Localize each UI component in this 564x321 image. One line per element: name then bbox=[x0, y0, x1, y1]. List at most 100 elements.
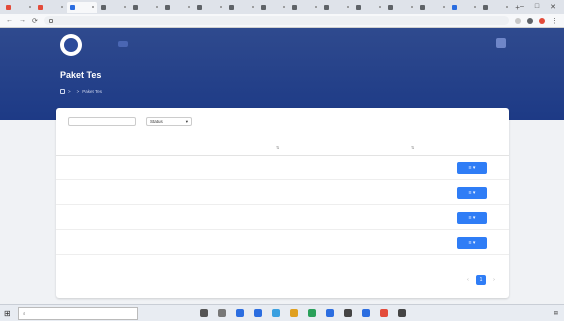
home-icon[interactable] bbox=[60, 89, 65, 94]
tab-favicon-icon bbox=[483, 4, 489, 10]
prev-page-button[interactable]: ‹ bbox=[463, 275, 473, 285]
browser-tab[interactable] bbox=[417, 2, 448, 13]
browser-tab[interactable] bbox=[66, 1, 98, 13]
breadcrumb-separator: > bbox=[76, 89, 80, 94]
filter-bar: Status ▾ bbox=[64, 117, 192, 126]
taskbar-app-icon[interactable] bbox=[254, 309, 262, 317]
row-action-button[interactable]: ≡ ▾ bbox=[457, 212, 487, 224]
taskbar-search-input[interactable]: ⌕ bbox=[18, 306, 138, 320]
browser-tab[interactable] bbox=[321, 2, 352, 13]
pagination: ‹ 1 › bbox=[463, 275, 499, 285]
status-select[interactable]: Status ▾ bbox=[146, 117, 192, 126]
browser-tab[interactable] bbox=[226, 2, 257, 13]
close-tab-icon[interactable] bbox=[315, 6, 318, 8]
forward-icon[interactable]: → bbox=[19, 17, 26, 24]
taskbar-app-icon[interactable] bbox=[218, 309, 226, 317]
tab-favicon-icon bbox=[6, 4, 11, 10]
browser-tab[interactable] bbox=[162, 2, 193, 13]
address-bar[interactable] bbox=[43, 16, 509, 25]
close-tab-icon[interactable] bbox=[378, 6, 381, 8]
taskbar-app-icon[interactable] bbox=[362, 309, 370, 317]
close-tab-icon[interactable] bbox=[28, 6, 31, 8]
profile-icon[interactable] bbox=[539, 17, 545, 24]
browser-tab[interactable] bbox=[98, 2, 129, 13]
close-tab-icon[interactable] bbox=[410, 6, 413, 8]
lock-icon bbox=[48, 18, 53, 23]
tab-favicon-icon bbox=[324, 4, 330, 10]
close-icon[interactable]: ✕ bbox=[550, 3, 556, 11]
page-1-button[interactable]: 1 bbox=[476, 275, 486, 285]
taskbar-app-icon[interactable] bbox=[236, 309, 244, 317]
page-title: Paket Tes bbox=[60, 70, 102, 80]
taskbar-app-icon[interactable] bbox=[380, 309, 388, 317]
browser-tab[interactable] bbox=[130, 2, 161, 13]
close-tab-icon[interactable] bbox=[187, 6, 190, 8]
maximize-icon[interactable]: □ bbox=[535, 3, 539, 11]
taskbar-app-icon[interactable] bbox=[344, 309, 352, 317]
close-tab-icon[interactable] bbox=[442, 6, 445, 8]
tab-favicon-icon bbox=[165, 4, 171, 10]
taskbar-app-icon[interactable] bbox=[200, 309, 208, 317]
tab-favicon-icon bbox=[69, 4, 75, 10]
back-icon[interactable]: ← bbox=[6, 17, 13, 24]
close-tab-icon[interactable] bbox=[124, 6, 127, 8]
minimize-icon[interactable]: – bbox=[520, 3, 524, 11]
browser-tab[interactable] bbox=[353, 2, 384, 13]
close-tab-icon[interactable] bbox=[283, 6, 286, 8]
table-row: ≡ ▾ bbox=[56, 156, 509, 180]
browser-tab-bar: + – □ ✕ bbox=[0, 0, 564, 14]
top-navigation bbox=[0, 28, 564, 60]
browser-tab[interactable] bbox=[194, 2, 225, 13]
table-row: ≡ ▾ bbox=[56, 231, 509, 255]
browser-tab[interactable] bbox=[449, 2, 480, 13]
close-tab-icon[interactable] bbox=[506, 6, 509, 8]
row-action-button[interactable]: ≡ ▾ bbox=[457, 162, 487, 174]
table-header: ⇅ ⇅ bbox=[56, 138, 509, 156]
tab-favicon-icon bbox=[356, 4, 362, 10]
taskbar-app-icon[interactable] bbox=[290, 309, 298, 317]
taskbar-app-icon[interactable] bbox=[326, 309, 334, 317]
tab-favicon-icon bbox=[260, 4, 266, 10]
tab-favicon-icon bbox=[292, 4, 298, 10]
nav-item[interactable] bbox=[118, 41, 128, 47]
table-row: ≡ ▾ bbox=[56, 206, 509, 230]
browser-tab[interactable] bbox=[258, 2, 289, 13]
avatar[interactable] bbox=[496, 38, 506, 48]
browser-tab[interactable] bbox=[3, 2, 34, 13]
system-tray: ▤ bbox=[542, 310, 564, 316]
close-tab-icon[interactable] bbox=[347, 6, 350, 8]
sort-icon[interactable]: ⇅ bbox=[411, 145, 415, 150]
page-viewport: Paket Tes > > Paket Tes Status ▾ ⇅ ⇅ ≡ ▾… bbox=[0, 28, 564, 304]
reload-icon[interactable]: ⟳ bbox=[32, 17, 38, 25]
browser-toolbar: ← → ⟳ ⋮ bbox=[0, 14, 564, 28]
chevron-down-icon: ▾ bbox=[185, 118, 188, 124]
row-action-button[interactable]: ≡ ▾ bbox=[457, 187, 487, 199]
browser-tab[interactable] bbox=[480, 2, 511, 13]
taskbar-app-icon[interactable] bbox=[272, 309, 280, 317]
close-tab-icon[interactable] bbox=[219, 6, 222, 8]
browser-menu-icon[interactable]: ⋮ bbox=[551, 17, 558, 25]
taskbar-app-icon[interactable] bbox=[308, 309, 316, 317]
next-page-button[interactable]: › bbox=[489, 275, 499, 285]
tab-favicon-icon bbox=[228, 4, 234, 10]
tab-favicon-icon bbox=[419, 4, 425, 10]
close-tab-icon[interactable] bbox=[474, 6, 477, 8]
taskbar-app-icon[interactable] bbox=[398, 309, 406, 317]
close-tab-icon[interactable] bbox=[156, 6, 159, 8]
notification-icon[interactable]: ▤ bbox=[554, 310, 558, 316]
star-icon[interactable] bbox=[515, 17, 521, 24]
sort-icon[interactable]: ⇅ bbox=[276, 145, 280, 150]
close-tab-icon[interactable] bbox=[60, 6, 63, 8]
windows-start-icon[interactable]: ⊞ bbox=[4, 309, 14, 318]
search-input[interactable] bbox=[68, 117, 136, 126]
close-tab-icon[interactable] bbox=[92, 6, 95, 8]
tab-favicon-icon bbox=[133, 4, 139, 10]
extension-icon[interactable] bbox=[527, 17, 533, 24]
content-card: Status ▾ ⇅ ⇅ ≡ ▾ ≡ ▾ ≡ ▾ ≡ ▾ ‹ 1 › bbox=[56, 108, 509, 298]
browser-tab[interactable] bbox=[385, 2, 416, 13]
search-icon: ⌕ bbox=[23, 310, 26, 316]
browser-tab[interactable] bbox=[35, 2, 66, 13]
row-action-button[interactable]: ≡ ▾ bbox=[457, 237, 487, 249]
close-tab-icon[interactable] bbox=[251, 6, 254, 8]
browser-tab[interactable] bbox=[289, 2, 320, 13]
